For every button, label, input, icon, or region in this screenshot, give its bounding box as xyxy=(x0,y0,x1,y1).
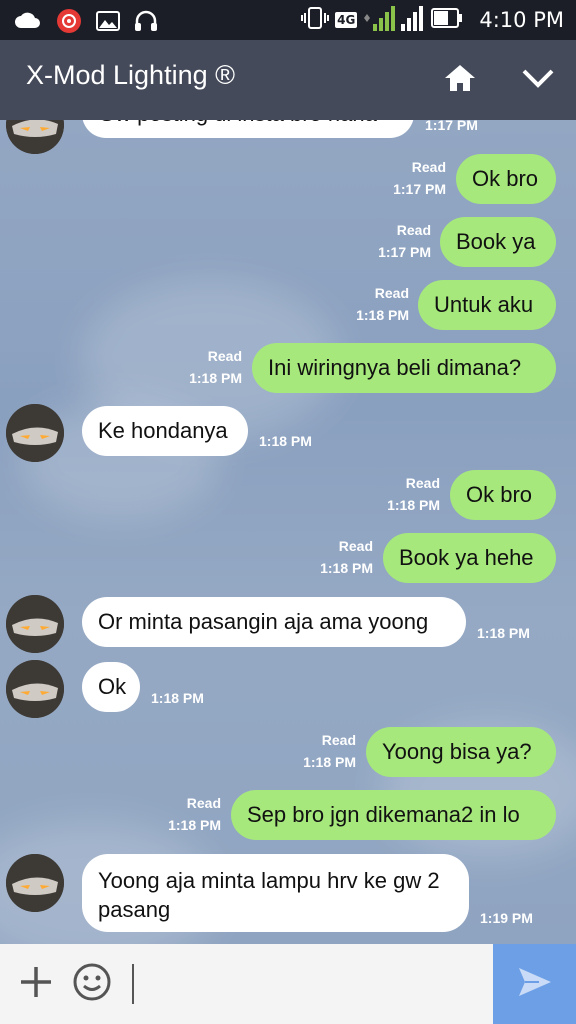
emoji-button[interactable] xyxy=(70,962,114,1006)
emoji-icon xyxy=(72,962,112,1006)
message-time: 1:18 PM xyxy=(259,433,312,449)
message-bubble-outgoing[interactable]: Book ya xyxy=(440,217,556,267)
read-receipt: Read xyxy=(321,732,356,748)
message-time: 1:19 PM xyxy=(480,910,533,926)
image-icon xyxy=(96,11,120,35)
chat-messages[interactable]: Gw posting di insta bro haha 1:17 PM Rea… xyxy=(0,120,576,944)
clock: 4:10 PM xyxy=(479,8,564,32)
message-bubble-outgoing[interactable]: Untuk aku xyxy=(418,280,556,330)
headset-icon xyxy=(134,10,158,36)
message-time: 1:18 PM xyxy=(477,625,530,641)
message-time: 1:18 PM xyxy=(320,560,373,576)
network-type-badge: 4G xyxy=(335,12,358,28)
chat-header: X-Mod Lighting ® xyxy=(0,40,576,120)
home-button[interactable] xyxy=(438,58,482,102)
plus-icon xyxy=(18,964,54,1004)
contact-avatar[interactable] xyxy=(6,120,64,154)
attach-button[interactable] xyxy=(14,962,58,1006)
read-receipt: Read xyxy=(411,159,446,175)
message-time: 1:17 PM xyxy=(378,244,431,260)
message-bubble-incoming[interactable]: Gw posting di insta bro haha xyxy=(82,120,414,138)
cloud-icon xyxy=(14,11,42,35)
contact-avatar[interactable] xyxy=(6,660,64,718)
contact-avatar[interactable] xyxy=(6,404,64,462)
collapse-button[interactable] xyxy=(516,58,560,102)
chevron-down-icon xyxy=(521,67,555,93)
chat-title[interactable]: X-Mod Lighting ® xyxy=(26,60,235,91)
message-time: 1:18 PM xyxy=(168,817,221,833)
contact-avatar[interactable] xyxy=(6,854,64,912)
home-icon xyxy=(443,63,477,97)
read-receipt: Read xyxy=(405,475,440,491)
message-bubble-incoming[interactable]: Ok xyxy=(82,662,140,712)
message-bubble-outgoing[interactable]: Yoong bisa ya? xyxy=(366,727,556,777)
send-icon xyxy=(517,966,553,1002)
message-time: 1:18 PM xyxy=(303,754,356,770)
read-receipt: Read xyxy=(396,222,431,238)
message-bubble-outgoing[interactable]: Ini wiringnya beli dimana? xyxy=(252,343,556,393)
signal-icon xyxy=(363,4,425,36)
message-time: 1:17 PM xyxy=(393,181,446,197)
message-bubble-outgoing[interactable]: Book ya hehe xyxy=(383,533,556,583)
vibrate-icon xyxy=(301,6,330,34)
read-receipt: Read xyxy=(374,285,409,301)
message-input[interactable] xyxy=(132,964,472,1004)
message-time: 1:18 PM xyxy=(356,307,409,323)
contact-avatar[interactable] xyxy=(6,595,64,653)
message-bubble-incoming[interactable]: Ke hondanya xyxy=(82,406,248,456)
send-button[interactable] xyxy=(493,944,576,1024)
message-time: 1:18 PM xyxy=(387,497,440,513)
message-bubble-incoming[interactable]: Yoong aja minta lampu hrv ke gw 2 pasang xyxy=(82,854,469,932)
status-bar: 4G 4:10 PM xyxy=(0,0,576,40)
message-bubble-outgoing[interactable]: Sep bro jgn dikemana2 in lo xyxy=(231,790,556,840)
read-receipt: Read xyxy=(186,795,221,811)
message-time: 1:18 PM xyxy=(151,690,204,706)
message-input-bar xyxy=(0,944,576,1024)
battery-icon xyxy=(431,7,463,33)
message-bubble-outgoing[interactable]: Ok bro xyxy=(450,470,556,520)
message-bubble-outgoing[interactable]: Ok bro xyxy=(456,154,556,204)
message-time: 1:17 PM xyxy=(425,120,478,133)
recorder-icon xyxy=(56,8,82,38)
message-time: 1:18 PM xyxy=(189,370,242,386)
read-receipt: Read xyxy=(207,348,242,364)
read-receipt: Read xyxy=(338,538,373,554)
message-bubble-incoming[interactable]: Or minta pasangin aja ama yoong xyxy=(82,597,466,647)
